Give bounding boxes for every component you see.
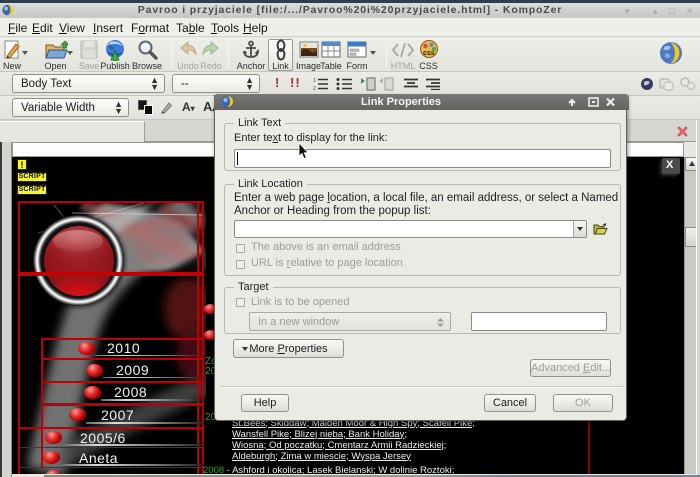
svg-text:1: 1 — [313, 78, 316, 84]
svg-text:css: css — [423, 50, 435, 57]
svg-text:2: 2 — [313, 86, 316, 91]
